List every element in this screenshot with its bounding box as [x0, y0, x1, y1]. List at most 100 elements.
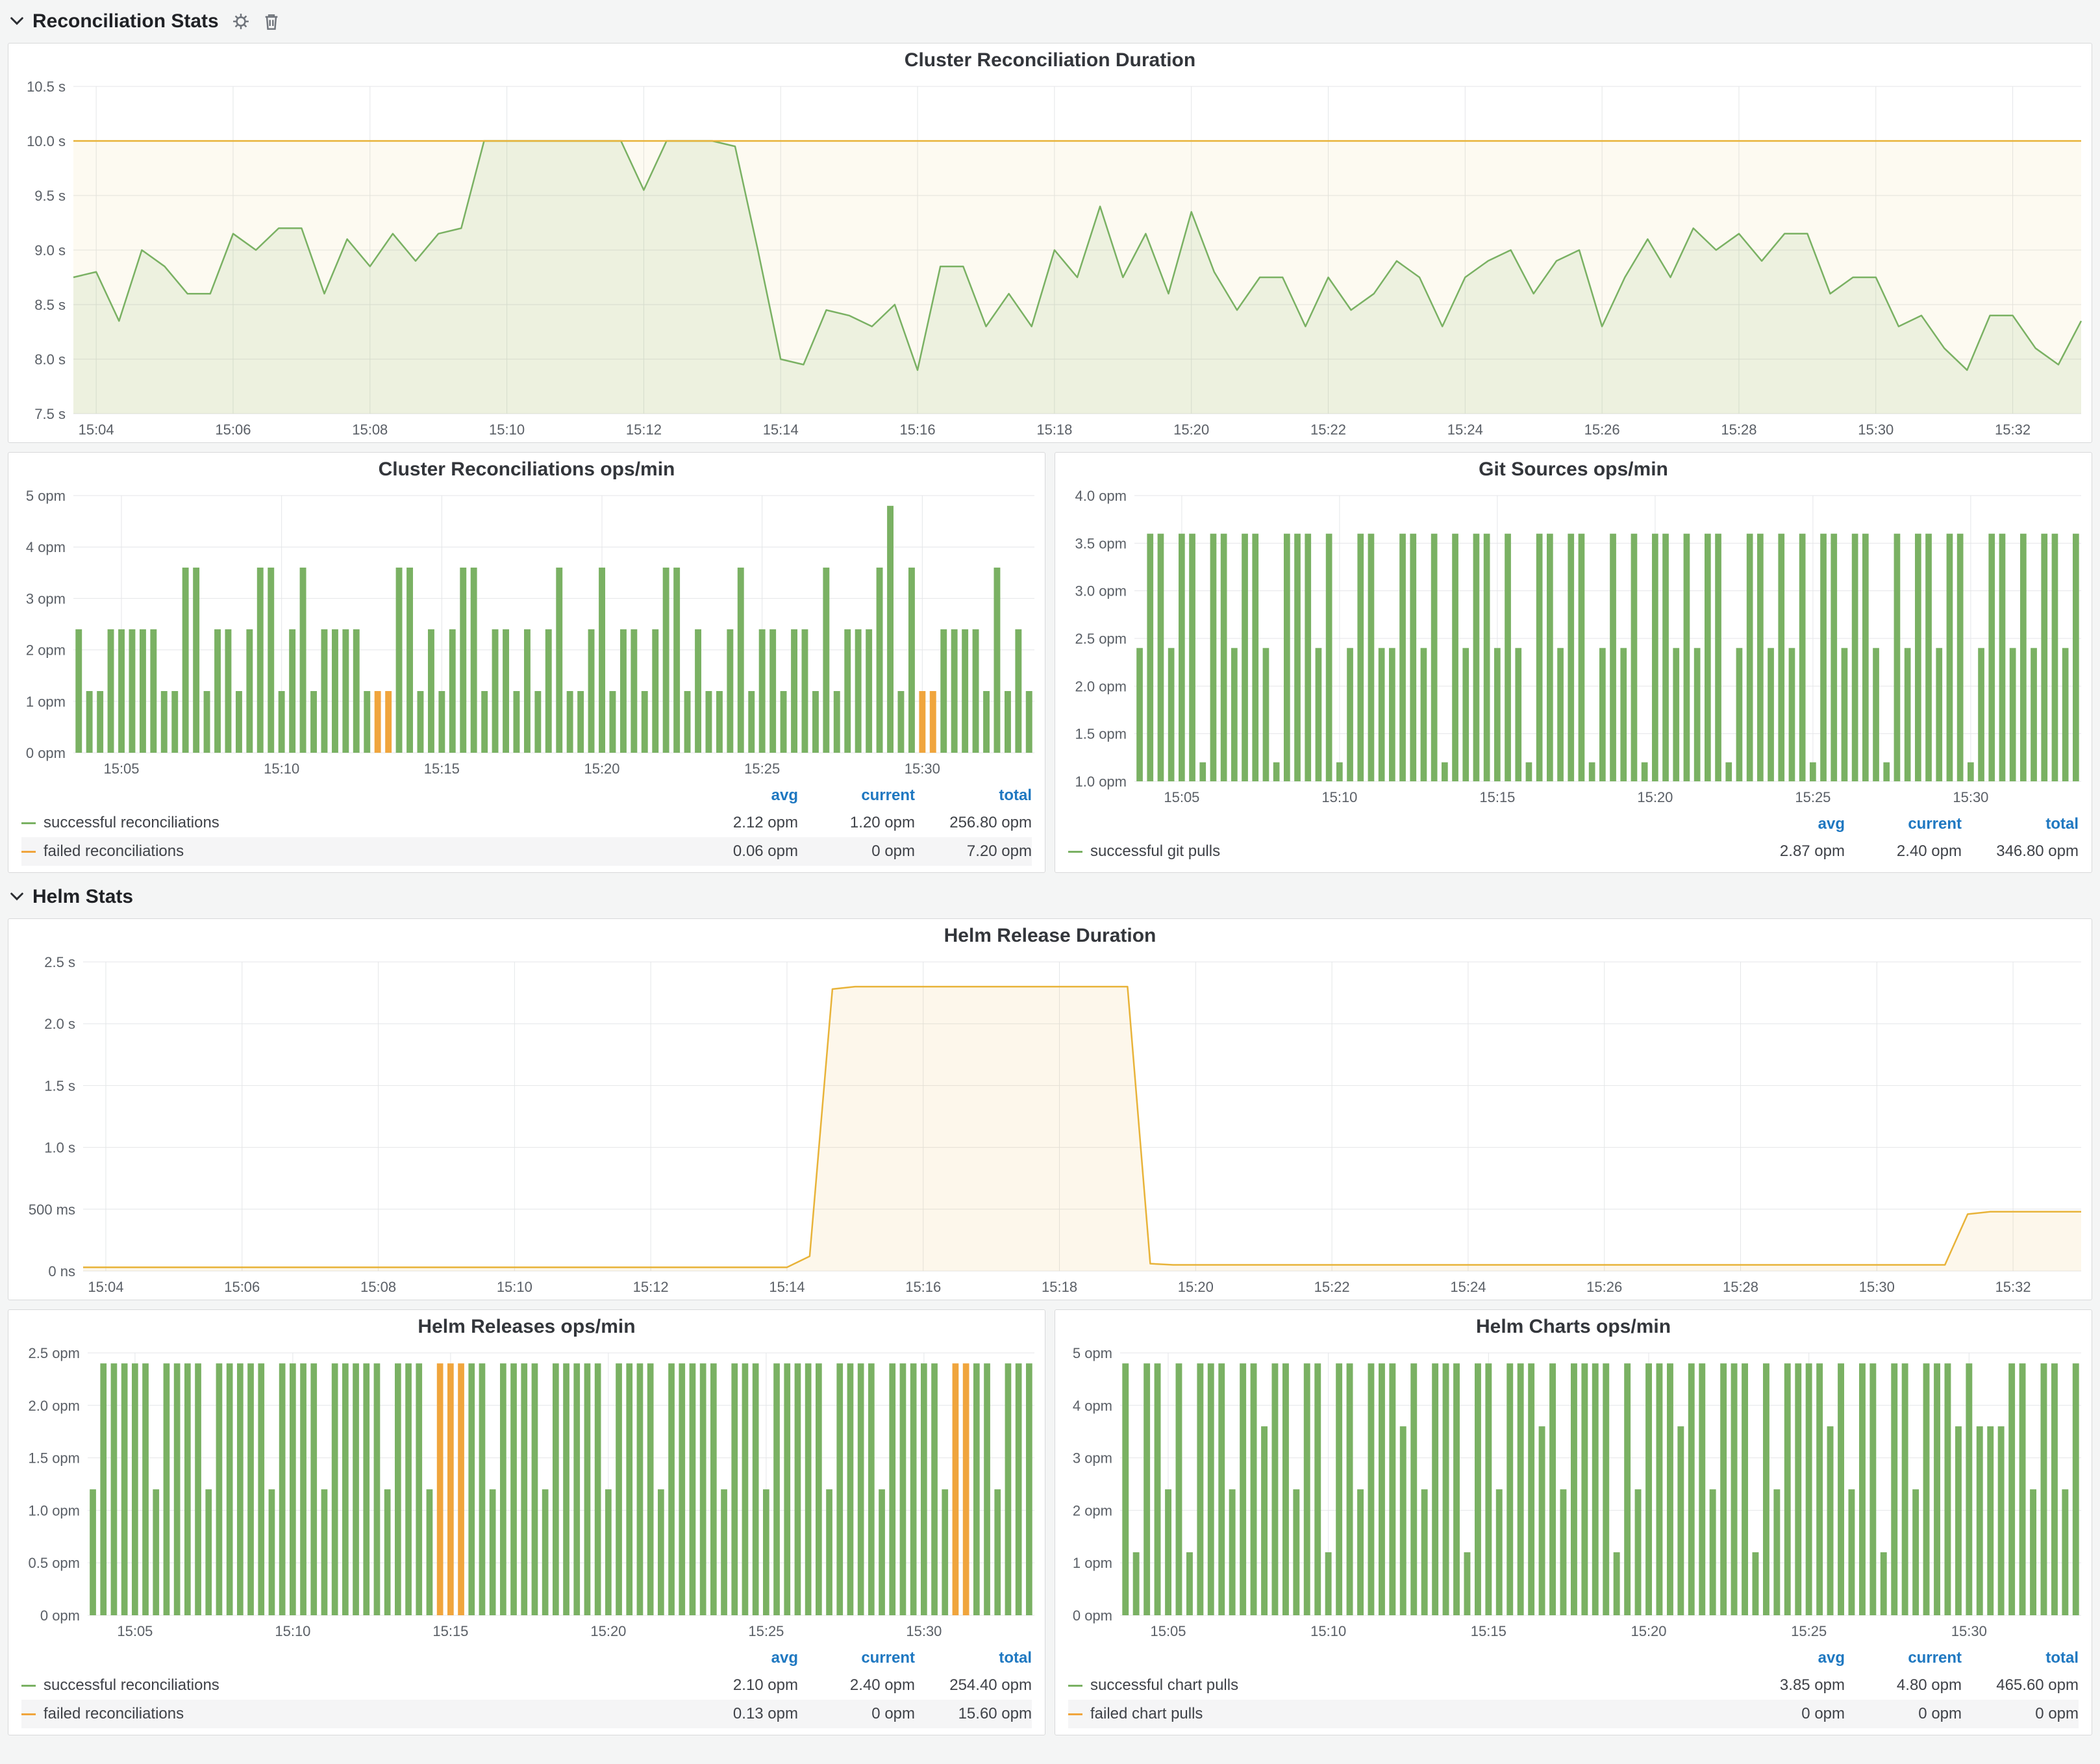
- section-title-helm[interactable]: Helm Stats: [32, 886, 133, 908]
- section-header-reconciliation-stats[interactable]: Reconciliation Stats: [10, 6, 2090, 36]
- chevron-down-icon: [10, 17, 23, 26]
- legend-row-failed-reconciliations: failed reconciliations 0.06 opm 0 opm 7.…: [21, 837, 1032, 866]
- trash-icon[interactable]: [263, 12, 280, 31]
- series-current-value: 2.40 opm: [1845, 842, 1962, 861]
- svg-text:15:10: 15:10: [497, 1279, 532, 1295]
- series-total-value: 256.80 opm: [915, 814, 1032, 832]
- legend-sort-total[interactable]: total: [1962, 815, 2079, 833]
- git-sources-ops-chart[interactable]: 1.0 opm1.5 opm2.0 opm2.5 opm3.0 opm3.5 o…: [1055, 486, 2092, 810]
- svg-text:3.0 opm: 3.0 opm: [1075, 583, 1127, 599]
- panel-cluster-reconciliation-duration: Cluster Reconciliation Duration 7.5 s 8.0…: [8, 43, 2092, 443]
- svg-text:15:15: 15:15: [1471, 1623, 1506, 1639]
- panel-title-git-sources-ops[interactable]: Git Sources ops/min: [1055, 453, 2092, 486]
- legend-sort-avg[interactable]: avg: [681, 1649, 798, 1667]
- panel-title-helm-release-duration[interactable]: Helm Release Duration: [8, 919, 2092, 953]
- panel-helm-releases-ops: Helm Releases ops/min 0 opm0.5 opm1.0 op…: [8, 1309, 1045, 1735]
- legend-git-sources: avg current total successful git pulls 2…: [1055, 810, 2092, 872]
- series-label[interactable]: successful git pulls: [1068, 842, 1728, 861]
- helm-release-duration-chart[interactable]: 0 ns500 ms1.0 s1.5 s2.0 s2.5 s15:0415:06…: [8, 953, 2092, 1300]
- svg-text:15:25: 15:25: [748, 1623, 784, 1639]
- legend-sort-current[interactable]: current: [1845, 1649, 1962, 1667]
- svg-text:15:10: 15:10: [1310, 1623, 1346, 1639]
- series-avg-value: 0 opm: [1728, 1705, 1845, 1723]
- svg-text:15:08: 15:08: [352, 422, 388, 438]
- legend-sort-avg[interactable]: avg: [681, 787, 798, 805]
- panel-helm-charts-ops: Helm Charts ops/min 0 opm1 opm2 opm3 opm…: [1055, 1309, 2092, 1735]
- legend-sort-total[interactable]: total: [915, 787, 1032, 805]
- svg-text:0 opm: 0 opm: [26, 745, 66, 761]
- svg-text:2.0 opm: 2.0 opm: [1075, 678, 1127, 694]
- legend-sort-avg[interactable]: avg: [1728, 1649, 1845, 1667]
- svg-text:1 opm: 1 opm: [26, 694, 66, 710]
- svg-text:15:30: 15:30: [1953, 789, 1988, 805]
- legend-row-successful-git-pulls: successful git pulls 2.87 opm 2.40 opm 3…: [1068, 837, 2079, 866]
- series-current-value: 1.20 opm: [798, 814, 915, 832]
- series-label[interactable]: successful reconciliations: [21, 814, 681, 832]
- panel-title-helm-releases-ops[interactable]: Helm Releases ops/min: [8, 1310, 1045, 1344]
- helm-releases-ops-chart[interactable]: 0 opm0.5 opm1.0 opm1.5 opm2.0 opm2.5 opm…: [8, 1344, 1045, 1644]
- svg-text:15:30: 15:30: [1951, 1623, 1987, 1639]
- svg-text:15:16: 15:16: [900, 422, 936, 438]
- legend-sort-current[interactable]: current: [1845, 815, 1962, 833]
- svg-text:0.5 opm: 0.5 opm: [29, 1555, 81, 1571]
- section-title-reconciliation[interactable]: Reconciliation Stats: [32, 10, 219, 32]
- svg-text:7.5 s: 7.5 s: [34, 406, 66, 422]
- svg-text:9.5 s: 9.5 s: [34, 188, 66, 204]
- series-color-line-icon: [1068, 1685, 1082, 1687]
- svg-text:15:25: 15:25: [1795, 789, 1831, 805]
- svg-text:4 opm: 4 opm: [26, 539, 66, 555]
- dashboard-row-duration: Cluster Reconciliation Duration 7.5 s 8.0…: [8, 43, 2092, 443]
- svg-text:1.0 s: 1.0 s: [44, 1140, 75, 1156]
- svg-text:15:20: 15:20: [590, 1623, 626, 1639]
- svg-text:15:04: 15:04: [79, 422, 114, 438]
- svg-text:15:08: 15:08: [360, 1279, 396, 1295]
- svg-text:1.5 opm: 1.5 opm: [29, 1450, 81, 1467]
- series-label[interactable]: failed chart pulls: [1068, 1705, 1728, 1723]
- series-label[interactable]: failed reconciliations: [21, 842, 681, 861]
- panel-title-cluster-reconciliation-duration[interactable]: Cluster Reconciliation Duration: [8, 44, 2092, 77]
- svg-text:2.0 s: 2.0 s: [44, 1016, 75, 1032]
- legend-row-failed-reconciliations: failed reconciliations 0.13 opm 0 opm 15…: [21, 1700, 1032, 1728]
- helm-charts-ops-chart[interactable]: 0 opm1 opm2 opm3 opm4 opm5 opm15:0515:10…: [1055, 1344, 2092, 1644]
- dashboard-row-helm-ops: Helm Releases ops/min 0 opm0.5 opm1.0 op…: [8, 1309, 2092, 1735]
- svg-text:15:15: 15:15: [424, 761, 460, 777]
- svg-text:4.0 opm: 4.0 opm: [1075, 488, 1127, 504]
- svg-text:15:20: 15:20: [1178, 1279, 1214, 1295]
- panel-title-helm-charts-ops[interactable]: Helm Charts ops/min: [1055, 1310, 2092, 1344]
- series-label[interactable]: failed reconciliations: [21, 1705, 681, 1723]
- legend-row-failed-chart-pulls: failed chart pulls 0 opm 0 opm 0 opm: [1068, 1700, 2079, 1728]
- svg-text:15:06: 15:06: [224, 1279, 260, 1295]
- series-total-value: 465.60 opm: [1962, 1676, 2079, 1695]
- section-header-helm-stats[interactable]: Helm Stats: [10, 882, 2090, 912]
- svg-text:2.5 opm: 2.5 opm: [29, 1345, 81, 1361]
- legend-sort-total[interactable]: total: [915, 1649, 1032, 1667]
- svg-text:1.5 s: 1.5 s: [44, 1077, 75, 1094]
- gear-icon[interactable]: [232, 12, 250, 31]
- series-avg-value: 0.13 opm: [681, 1705, 798, 1723]
- svg-text:15:05: 15:05: [1150, 1623, 1186, 1639]
- svg-text:15:20: 15:20: [1173, 422, 1209, 438]
- legend-cluster-reconciliations: avg current total successful reconciliat…: [8, 781, 1045, 872]
- cluster-reconciliation-duration-chart[interactable]: 7.5 s8.0 s8.5 s9.0 s9.5 s10.0 s10.5 s15:…: [8, 77, 2092, 442]
- chevron-down-icon: [10, 892, 23, 901]
- svg-text:15:10: 15:10: [489, 422, 525, 438]
- legend-sort-current[interactable]: current: [798, 787, 915, 805]
- legend-sort-current[interactable]: current: [798, 1649, 915, 1667]
- dashboard-row-helm-duration: Helm Release Duration 0 ns500 ms1.0 s1.5…: [8, 918, 2092, 1300]
- series-color-line-icon: [1068, 851, 1082, 853]
- legend-sort-avg[interactable]: avg: [1728, 815, 1845, 833]
- svg-text:10.5 s: 10.5 s: [27, 79, 66, 95]
- legend-header: avg current total: [1068, 811, 2079, 837]
- legend-sort-total[interactable]: total: [1962, 1649, 2079, 1667]
- panel-cluster-reconciliations-ops: Cluster Reconciliations ops/min 0 opm 1 o…: [8, 452, 1045, 873]
- svg-text:500 ms: 500 ms: [29, 1202, 75, 1218]
- series-current-value: 4.80 opm: [1845, 1676, 1962, 1695]
- series-label[interactable]: successful reconciliations: [21, 1676, 681, 1695]
- cluster-reconciliations-ops-chart[interactable]: 0 opm1 opm2 opm3 opm4 opm5 opm15:0515:10…: [8, 486, 1045, 781]
- svg-text:15:16: 15:16: [905, 1279, 941, 1295]
- svg-text:15:22: 15:22: [1314, 1279, 1350, 1295]
- svg-text:8.0 s: 8.0 s: [34, 351, 66, 368]
- panel-title-cluster-reconciliations-ops[interactable]: Cluster Reconciliations ops/min: [8, 453, 1045, 486]
- series-label[interactable]: successful chart pulls: [1068, 1676, 1728, 1695]
- svg-text:15:20: 15:20: [1637, 789, 1673, 805]
